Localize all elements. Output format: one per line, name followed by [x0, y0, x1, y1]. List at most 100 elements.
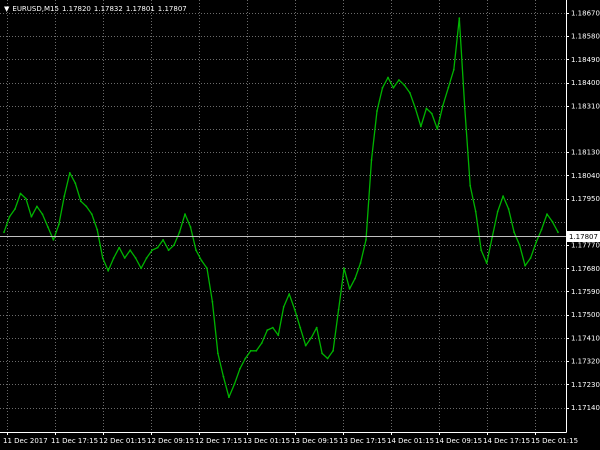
price-point	[41, 213, 44, 216]
price-point	[3, 231, 5, 234]
price-point	[463, 107, 466, 110]
price-point	[474, 210, 477, 213]
price-point	[79, 200, 82, 203]
price-point	[118, 246, 121, 249]
price-point	[299, 326, 302, 329]
price-point	[480, 249, 483, 252]
price-point	[414, 107, 417, 110]
price-point	[233, 383, 236, 386]
price-point	[403, 84, 406, 87]
price-point	[123, 257, 126, 259]
price-point	[452, 68, 455, 71]
price-axis-label: 1.17770	[571, 242, 600, 250]
time-axis-label: 14 Dec 09:15	[435, 437, 482, 445]
price-point	[293, 308, 296, 311]
price-point	[162, 239, 165, 241]
price-point	[332, 349, 334, 352]
price-point	[392, 86, 395, 89]
current-price-label: 1.17807	[569, 233, 598, 241]
price-point	[167, 249, 170, 252]
price-point	[557, 231, 559, 234]
price-point	[458, 17, 461, 20]
price-point	[496, 210, 499, 213]
price-axis-label: 1.18310	[571, 102, 600, 110]
price-point	[47, 226, 49, 228]
price-point	[535, 241, 537, 244]
chart-menu-caret-icon[interactable]: ▼	[4, 5, 9, 13]
price-axis-label: 1.17680	[571, 265, 600, 273]
price-point	[540, 228, 543, 231]
price-point	[326, 357, 329, 360]
price-point	[129, 249, 132, 252]
price-point	[228, 396, 230, 399]
price-axis-label: 1.18130	[571, 149, 600, 157]
price-point	[178, 231, 181, 234]
price-point	[211, 300, 214, 303]
price-axis-label: 1.17230	[571, 381, 600, 389]
symbol-timeframe: EURUSD,M15	[12, 5, 59, 13]
price-point	[63, 195, 66, 198]
price-point	[529, 257, 532, 259]
time-axis-label: 15 Dec 01:15	[531, 437, 578, 445]
price-point	[282, 306, 285, 308]
price-point	[359, 262, 362, 264]
price-point	[381, 86, 384, 89]
price-point	[68, 172, 71, 174]
price-point	[30, 215, 33, 218]
chart-background	[0, 0, 600, 450]
price-point	[348, 288, 351, 290]
price-point	[189, 226, 192, 228]
price-point	[184, 213, 186, 216]
price-point	[145, 257, 148, 259]
price-point	[420, 125, 422, 128]
price-point	[140, 267, 143, 270]
price-point	[222, 375, 225, 378]
price-point	[90, 213, 93, 216]
price-point	[8, 215, 11, 218]
price-point	[52, 239, 55, 241]
price-point	[485, 262, 488, 264]
time-axis-label: 12 Dec 01:15	[99, 437, 146, 445]
price-point	[58, 223, 60, 226]
price-point	[156, 246, 159, 249]
price-point	[36, 205, 38, 208]
ohlc-high: 1.17832	[93, 5, 123, 13]
price-axis-label: 1.17140	[571, 404, 600, 412]
price-point	[365, 239, 367, 241]
price-axis-label: 1.17590	[571, 288, 600, 296]
price-axis-label: 1.18580	[571, 33, 600, 41]
price-point	[195, 249, 197, 252]
price-point	[96, 228, 99, 231]
price-point	[200, 259, 203, 262]
price-axis-label: 1.18670	[571, 10, 600, 18]
price-point	[217, 352, 219, 355]
price-point	[436, 128, 439, 130]
price-point	[354, 277, 356, 280]
price-point	[277, 334, 280, 337]
price-point	[376, 110, 378, 112]
price-point	[337, 308, 340, 311]
price-point	[255, 349, 258, 352]
price-point	[370, 159, 373, 161]
price-point	[343, 267, 345, 270]
price-point	[244, 357, 247, 360]
price-point	[546, 213, 548, 216]
chart-canvas[interactable]: 1.18670 1.18580 1.18490 1.18400 1.18310 1.181…	[0, 0, 600, 450]
price-point	[239, 367, 241, 370]
price-point	[518, 244, 521, 247]
price-point	[101, 257, 104, 259]
price-axis-label: 1.17410	[571, 334, 600, 342]
price-point	[551, 221, 554, 223]
chart-window[interactable]: 1.18670 1.18580 1.18490 1.18400 1.18310 1.181…	[0, 0, 600, 450]
price-point	[206, 267, 208, 270]
price-point	[173, 244, 175, 247]
time-axis-label: 13 Dec 09:15	[291, 437, 338, 445]
price-point	[513, 231, 515, 234]
price-point	[107, 269, 110, 272]
price-axis-label: 1.17950	[571, 195, 600, 203]
price-point	[409, 92, 411, 94]
price-point	[524, 264, 526, 267]
time-axis-label: 12 Dec 17:15	[195, 437, 242, 445]
time-axis-label: 11 Dec 17:15	[51, 437, 98, 445]
price-point	[430, 112, 433, 115]
